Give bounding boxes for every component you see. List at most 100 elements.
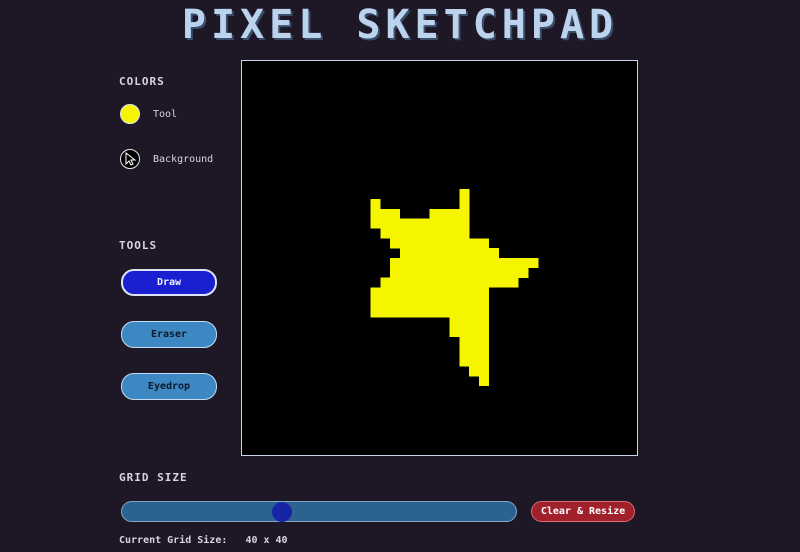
painted-pixel[interactable] [459, 248, 470, 259]
painted-pixel[interactable] [370, 198, 381, 209]
painted-pixel[interactable] [479, 326, 490, 337]
painted-pixel[interactable] [400, 287, 411, 298]
painted-pixel[interactable] [400, 307, 411, 318]
painted-pixel[interactable] [390, 277, 401, 288]
painted-pixel[interactable] [449, 307, 460, 318]
painted-pixel[interactable] [380, 208, 391, 219]
painted-pixel[interactable] [400, 258, 411, 269]
painted-pixel[interactable] [390, 267, 401, 278]
painted-pixel[interactable] [459, 287, 470, 298]
painted-pixel[interactable] [479, 346, 490, 357]
painted-pixel[interactable] [469, 248, 480, 259]
painted-pixel[interactable] [439, 238, 450, 249]
painted-pixel[interactable] [459, 267, 470, 278]
painted-pixel[interactable] [419, 307, 430, 318]
painted-pixel[interactable] [459, 238, 470, 249]
painted-pixel[interactable] [429, 277, 440, 288]
painted-pixel[interactable] [370, 208, 381, 219]
painted-pixel[interactable] [429, 267, 440, 278]
painted-pixel[interactable] [479, 267, 490, 278]
eyedrop-tool-button[interactable]: Eyedrop [121, 373, 217, 400]
grid-size-slider[interactable] [121, 501, 517, 522]
painted-pixel[interactable] [419, 297, 430, 308]
painted-pixel[interactable] [459, 198, 470, 209]
painted-pixel[interactable] [419, 228, 430, 239]
painted-pixel[interactable] [459, 228, 470, 239]
grid-size-slider-thumb[interactable] [271, 501, 292, 522]
painted-pixel[interactable] [469, 366, 480, 377]
painted-pixel[interactable] [449, 317, 460, 328]
painted-pixel[interactable] [479, 258, 490, 269]
painted-pixel[interactable] [449, 277, 460, 288]
painted-pixel[interactable] [508, 277, 519, 288]
painted-pixel[interactable] [419, 267, 430, 278]
painted-pixel[interactable] [439, 307, 450, 318]
painted-pixel[interactable] [528, 258, 539, 269]
painted-pixel[interactable] [479, 277, 490, 288]
painted-pixel[interactable] [400, 267, 411, 278]
painted-pixel[interactable] [409, 258, 420, 269]
painted-pixel[interactable] [449, 238, 460, 249]
painted-pixel[interactable] [479, 248, 490, 259]
painted-pixel[interactable] [459, 317, 470, 328]
painted-pixel[interactable] [459, 326, 470, 337]
painted-pixel[interactable] [390, 287, 401, 298]
painted-pixel[interactable] [469, 297, 480, 308]
tool-color-swatch[interactable] [120, 104, 140, 124]
painted-pixel[interactable] [488, 267, 499, 278]
painted-pixel[interactable] [400, 297, 411, 308]
painted-pixel[interactable] [409, 228, 420, 239]
painted-pixel[interactable] [488, 258, 499, 269]
painted-pixel[interactable] [390, 208, 401, 219]
painted-pixel[interactable] [419, 248, 430, 259]
painted-pixel[interactable] [469, 336, 480, 347]
painted-pixel[interactable] [449, 326, 460, 337]
painted-pixel[interactable] [469, 356, 480, 367]
painted-pixel[interactable] [508, 258, 519, 269]
painted-pixel[interactable] [409, 307, 420, 318]
painted-pixel[interactable] [429, 228, 440, 239]
painted-pixel[interactable] [429, 208, 440, 219]
painted-pixel[interactable] [429, 258, 440, 269]
painted-pixel[interactable] [390, 228, 401, 239]
painted-pixel[interactable] [479, 356, 490, 367]
painted-pixel[interactable] [380, 287, 391, 298]
painted-pixel[interactable] [400, 218, 411, 229]
painted-pixel[interactable] [409, 277, 420, 288]
draw-tool-button[interactable]: Draw [121, 269, 217, 296]
painted-pixel[interactable] [409, 218, 420, 229]
painted-pixel[interactable] [498, 258, 509, 269]
painted-pixel[interactable] [409, 267, 420, 278]
painted-pixel[interactable] [390, 297, 401, 308]
painted-pixel[interactable] [439, 277, 450, 288]
painted-pixel[interactable] [498, 277, 509, 288]
painted-pixel[interactable] [390, 238, 401, 249]
painted-pixel[interactable] [459, 356, 470, 367]
painted-pixel[interactable] [459, 258, 470, 269]
painted-pixel[interactable] [449, 248, 460, 259]
painted-pixel[interactable] [479, 317, 490, 328]
painted-pixel[interactable] [429, 297, 440, 308]
painted-pixel[interactable] [380, 228, 391, 239]
painted-pixel[interactable] [479, 336, 490, 347]
painted-pixel[interactable] [469, 317, 480, 328]
painted-pixel[interactable] [370, 287, 381, 298]
painted-pixel[interactable] [518, 258, 529, 269]
painted-pixel[interactable] [409, 238, 420, 249]
painted-pixel[interactable] [419, 218, 430, 229]
painted-pixel[interactable] [469, 326, 480, 337]
painted-pixel[interactable] [449, 267, 460, 278]
painted-pixel[interactable] [370, 218, 381, 229]
painted-pixel[interactable] [459, 189, 470, 200]
painted-pixel[interactable] [439, 228, 450, 239]
painted-pixel[interactable] [390, 218, 401, 229]
painted-pixel[interactable] [459, 346, 470, 357]
painted-pixel[interactable] [419, 258, 430, 269]
painted-pixel[interactable] [439, 208, 450, 219]
painted-pixel[interactable] [479, 287, 490, 298]
pixel-grid[interactable] [242, 61, 637, 455]
clear-resize-button[interactable]: Clear & Resize [531, 501, 635, 522]
painted-pixel[interactable] [370, 307, 381, 318]
painted-pixel[interactable] [439, 297, 450, 308]
painted-pixel[interactable] [469, 287, 480, 298]
